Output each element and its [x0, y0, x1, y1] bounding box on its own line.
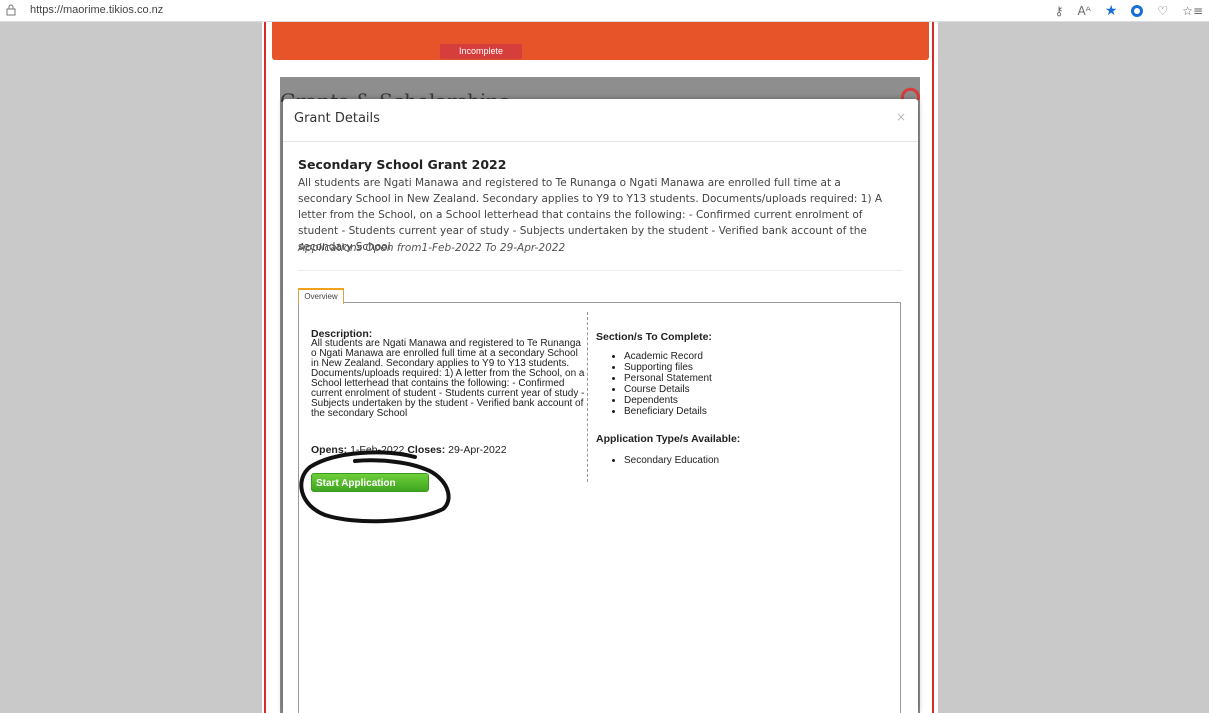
- sections-label: Section/s To Complete:: [596, 331, 712, 343]
- description-text: All students are Ngati Manawa and regist…: [311, 338, 585, 419]
- divider: [298, 270, 902, 271]
- page-border-right: [932, 22, 934, 713]
- address-bar[interactable]: https://maorime.tikios.co.nz: [30, 4, 163, 16]
- grant-details-modal: Grant Details × Secondary School Grant 2…: [283, 99, 918, 713]
- extension-icon[interactable]: [1131, 5, 1144, 17]
- list-item: Course Details: [624, 384, 886, 395]
- browser-toolbar: https://maorime.tikios.co.nz ⚷ Aᴬ ★ ♡ ☆≡: [0, 0, 1209, 22]
- sections-column: Section/s To Complete: Academic Record S…: [596, 331, 886, 417]
- list-item: Academic Record: [624, 351, 886, 362]
- app-types-list: Secondary Education: [596, 455, 719, 466]
- favorite-star-icon[interactable]: ★: [1105, 2, 1118, 20]
- status-badge: Incomplete: [440, 44, 522, 59]
- grant-title: Secondary School Grant 2022: [298, 157, 507, 172]
- modal-title: Grant Details: [294, 111, 380, 126]
- toolbar-icons: ⚷ Aᴬ ★ ♡ ☆≡: [1055, 2, 1203, 20]
- list-item: Secondary Education: [624, 455, 719, 466]
- app-types-label: Application Type/s Available:: [596, 433, 741, 445]
- status-banner: [272, 22, 929, 60]
- list-item: Supporting files: [624, 362, 886, 373]
- key-icon[interactable]: ⚷: [1055, 2, 1064, 20]
- favorites-bar-icon[interactable]: ☆≡: [1182, 2, 1203, 20]
- modal-header: Grant Details ×: [283, 99, 918, 142]
- list-item: Personal Statement: [624, 373, 886, 384]
- closes-value: 29-Apr-2022: [448, 444, 507, 456]
- site-info-icon[interactable]: [6, 4, 16, 16]
- applications-open-dates: Applications Open from1-Feb-2022 To 29-A…: [298, 242, 566, 254]
- tab-overview[interactable]: Overview: [298, 288, 344, 304]
- browser-essentials-icon[interactable]: ♡: [1157, 2, 1168, 20]
- sections-list: Academic Record Supporting files Persona…: [596, 351, 886, 417]
- column-divider: [587, 312, 588, 482]
- list-item: Dependents: [624, 395, 886, 406]
- read-aloud-icon[interactable]: Aᴬ: [1077, 2, 1090, 20]
- description-column: Description: All students are Ngati Mana…: [311, 329, 586, 419]
- hand-drawn-circle-annotation: [299, 450, 451, 524]
- app-types-column: Secondary Education: [596, 447, 719, 466]
- list-item: Beneficiary Details: [624, 406, 886, 417]
- close-icon[interactable]: ×: [896, 110, 906, 124]
- page-border-left: [264, 22, 266, 713]
